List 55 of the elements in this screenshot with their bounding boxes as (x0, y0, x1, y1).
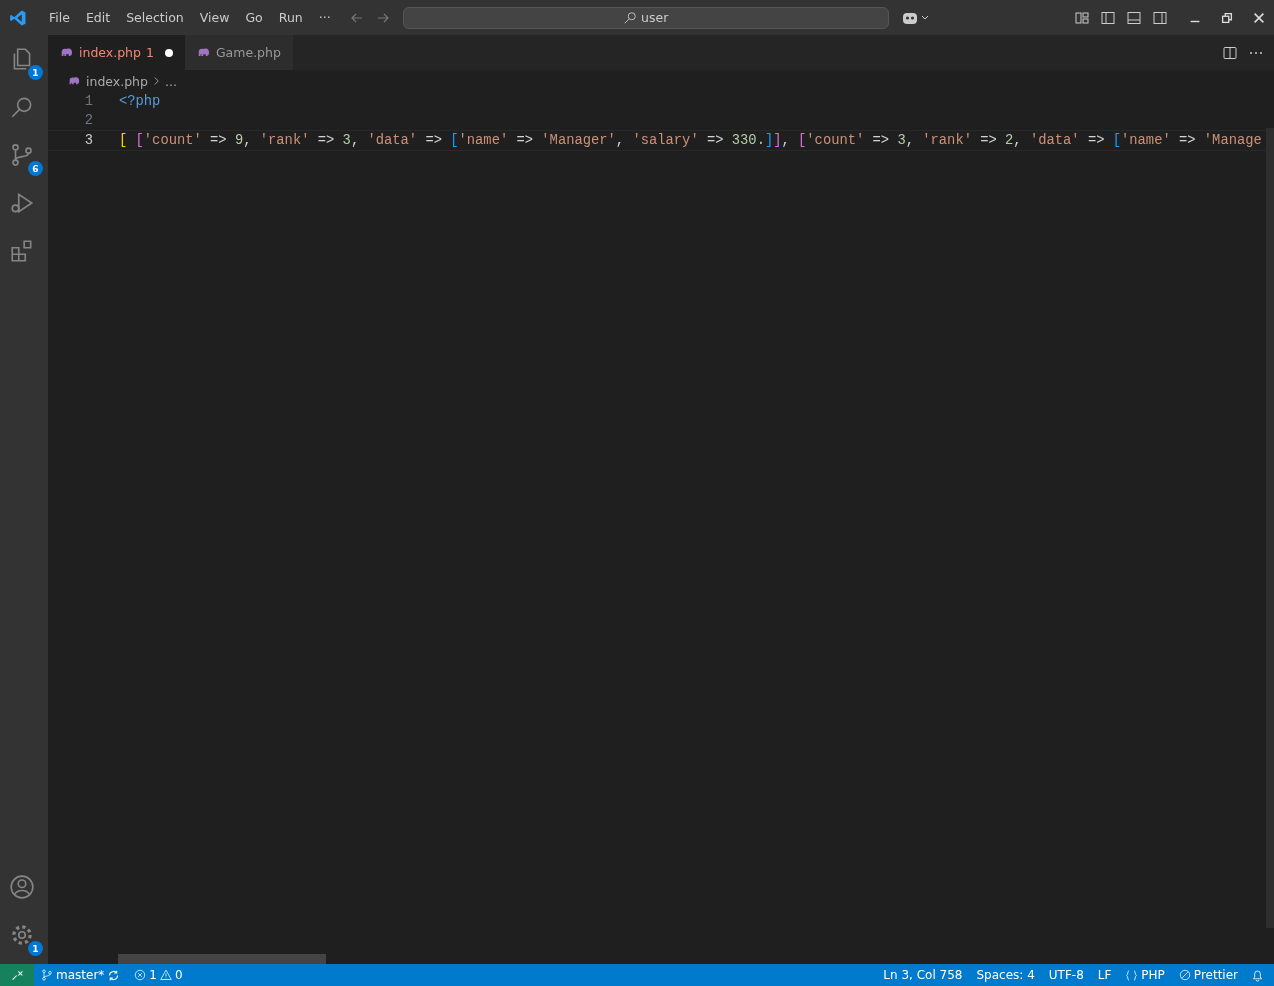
elephant-icon (60, 47, 74, 58)
menu-item[interactable]: Selection (118, 10, 192, 25)
language-mode[interactable]: PHP (1118, 968, 1172, 982)
line-number: 3 (83, 133, 94, 148)
command-center-field[interactable]: user (402, 6, 889, 29)
line-number: 1 (83, 94, 94, 109)
split-editor-icon[interactable] (1222, 44, 1238, 61)
elephant-icon (68, 76, 81, 86)
code-line: <?php (119, 94, 161, 109)
editor-tab[interactable]: Game.php (184, 35, 293, 70)
cursor-position[interactable]: Ln 3, Col 758 (876, 968, 970, 982)
scrollbar-thumb[interactable] (118, 954, 326, 964)
menu-item[interactable]: View (191, 10, 238, 25)
sync-icon (107, 968, 121, 982)
menu-item[interactable]: ··· (310, 10, 339, 25)
restore-icon[interactable] (1220, 10, 1234, 25)
count-badge: 1 (28, 65, 43, 80)
layout-icon[interactable] (1074, 9, 1090, 26)
branch-icon (41, 969, 53, 981)
secondary-sidebar-toggle-icon[interactable] (1152, 9, 1168, 26)
remote-button[interactable] (0, 964, 34, 986)
menu-item[interactable]: Edit (77, 10, 119, 25)
count-badge: 1 (28, 941, 43, 956)
indentation[interactable]: Spaces: 4 (969, 968, 1042, 982)
error-icon (134, 969, 147, 981)
account-icon[interactable] (9, 874, 35, 900)
remote-icon (10, 968, 24, 982)
line-ending[interactable]: LF (1090, 968, 1119, 982)
code-line: [ ['count' => 9, 'rank' => 3, 'data' => ['name' => 'Manager', 'salary' => 330.]], ['count' => 3, 'rank' => 2, 'data' => ['name' => 'Manage (119, 133, 1262, 148)
problems-button[interactable]: 1 0 (127, 968, 190, 982)
source-control-icon[interactable] (9, 142, 35, 168)
close-icon[interactable] (1252, 10, 1266, 25)
prohibited-icon (1178, 969, 1191, 981)
warning-icon (159, 969, 172, 981)
app-logo-icon (9, 8, 27, 27)
sidebar-toggle-icon[interactable] (1100, 9, 1116, 26)
bell-icon[interactable] (1251, 968, 1264, 982)
settings-icon[interactable] (9, 922, 35, 948)
encoding[interactable]: UTF-8 (1041, 968, 1091, 982)
run-debug-icon[interactable] (9, 190, 35, 216)
menu-item[interactable]: Run (270, 10, 311, 25)
menu-item[interactable]: File (41, 10, 78, 25)
formatter-status[interactable]: Prettier (1171, 968, 1245, 982)
breadcrumb-item[interactable]: index.php (86, 73, 148, 89)
panel-toggle-icon[interactable] (1126, 9, 1142, 26)
count-badge: 6 (28, 161, 43, 176)
branch-button[interactable]: master* (34, 968, 128, 982)
breadcrumb-item[interactable]: ... (164, 73, 177, 89)
line-number: 2 (83, 113, 94, 128)
editor-tab[interactable]: index.php 1 (48, 35, 185, 70)
menu-item[interactable]: Go (237, 10, 271, 25)
elephant-icon (196, 47, 211, 58)
braces-icon (1125, 968, 1139, 982)
search-icon (623, 10, 637, 25)
chevron-icon (152, 76, 160, 86)
